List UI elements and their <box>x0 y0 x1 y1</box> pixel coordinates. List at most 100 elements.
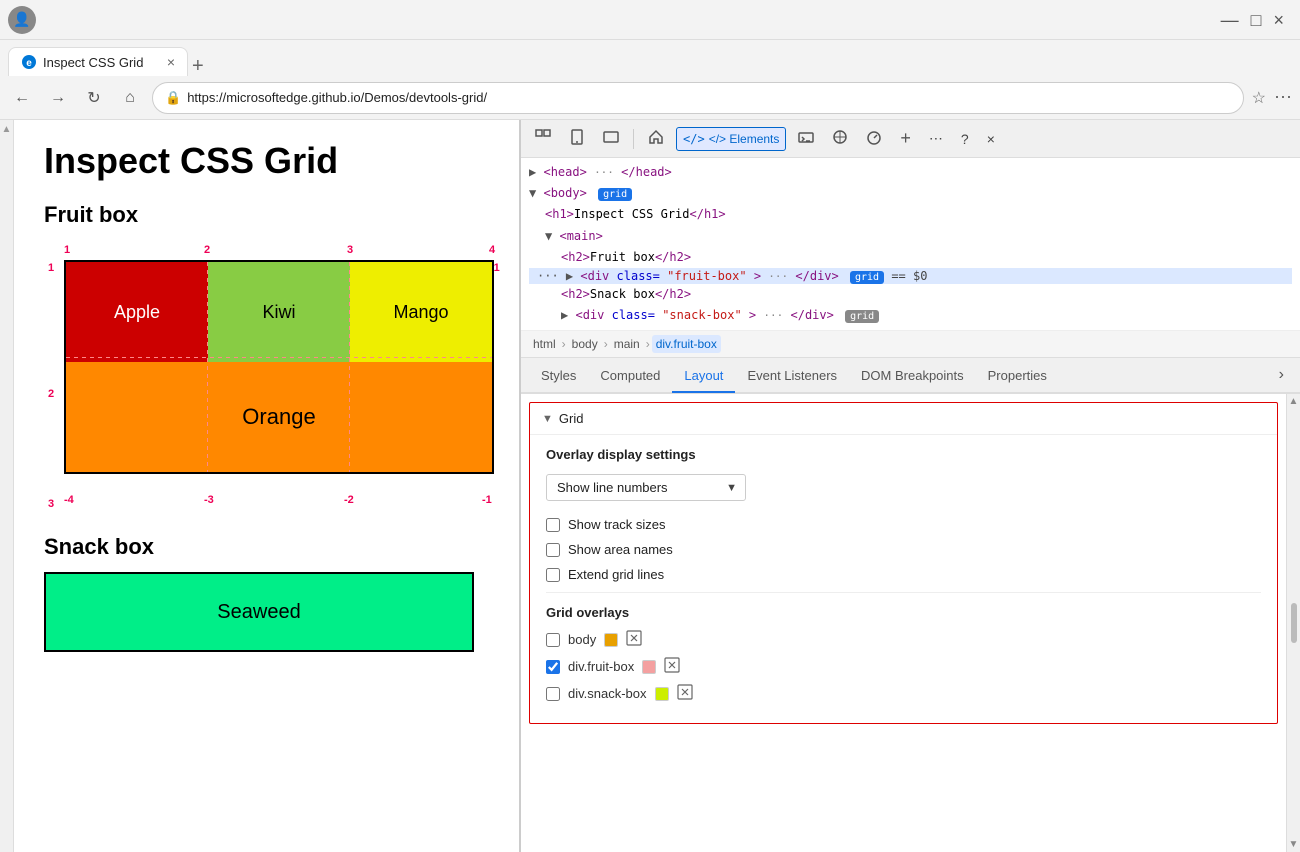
grid-section: ▼ Grid Overlay display settings Show lin… <box>529 402 1278 724</box>
overlay-fruit-color[interactable] <box>642 660 656 674</box>
svg-text:e: e <box>26 58 32 69</box>
overlay-body-checkbox[interactable] <box>546 633 560 647</box>
dom-tree: ▶ <head> ··· </head> ▼ <body> grid <h1>I… <box>521 158 1300 331</box>
address-right: ☆ ⋯ <box>1252 87 1292 108</box>
extend-grid-lines-checkbox[interactable] <box>546 568 560 582</box>
new-tab-button[interactable]: + <box>192 56 204 76</box>
layout-panel: ▼ Grid Overlay display settings Show lin… <box>521 394 1286 852</box>
tab-bar: e Inspect CSS Grid × + <box>0 40 1300 76</box>
overlay-body-color[interactable] <box>604 633 618 647</box>
fruit-grid-badge[interactable]: grid <box>850 271 884 284</box>
show-area-names-checkbox[interactable] <box>546 543 560 557</box>
maximize-button[interactable]: □ <box>1251 11 1262 29</box>
back-button[interactable]: ← <box>8 84 36 112</box>
device-emulation-icon[interactable] <box>563 125 591 152</box>
fruit-grid: Apple Kiwi Mango Orange <box>66 262 492 472</box>
tab-title: Inspect CSS Grid <box>43 55 161 70</box>
browser-tab[interactable]: e Inspect CSS Grid × <box>8 47 188 76</box>
scroll-up-devtools[interactable]: ▲ <box>1289 396 1299 407</box>
dropdown-value: Show line numbers <box>547 475 718 500</box>
seaweed-cell: Seaweed <box>44 572 474 652</box>
page-inner: Inspect CSS Grid Fruit box 1 2 3 4 -1 1 … <box>14 120 519 672</box>
tab-styles[interactable]: Styles <box>529 360 588 393</box>
row-num-2: 2 <box>48 388 54 400</box>
overlay-fruit-checkbox[interactable] <box>546 660 560 674</box>
elements-label: </> Elements <box>709 132 780 146</box>
col-num-1: 1 <box>64 244 70 256</box>
tab-favicon: e <box>21 54 37 70</box>
home-button[interactable]: ⌂ <box>116 84 144 112</box>
col-num-4: 4 <box>489 244 495 256</box>
overlay-snack-checkbox[interactable] <box>546 687 560 701</box>
title-bar-left: 👤 <box>8 6 36 34</box>
breadcrumb-html[interactable]: html <box>529 335 560 353</box>
body-grid-badge[interactable]: grid <box>598 188 632 201</box>
favorites-icon[interactable]: ☆ <box>1252 88 1266 108</box>
page-heading: Inspect CSS Grid <box>44 140 489 182</box>
col-num-neg1-bottom: -1 <box>482 494 492 506</box>
network-icon[interactable] <box>826 125 854 152</box>
breadcrumb-main[interactable]: main <box>610 335 644 353</box>
overlay-fruit-target-icon[interactable] <box>664 657 680 676</box>
screen-cast-icon[interactable] <box>597 125 625 152</box>
window-controls: — □ × <box>1221 11 1284 29</box>
tab-event-listeners[interactable]: Event Listeners <box>735 360 849 393</box>
extend-grid-lines-label: Extend grid lines <box>568 567 664 582</box>
minimize-button[interactable]: — <box>1221 11 1239 29</box>
show-track-sizes-row[interactable]: Show track sizes <box>546 517 1261 532</box>
refresh-button[interactable]: ↻ <box>80 84 108 112</box>
scroll-down-devtools[interactable]: ▼ <box>1289 839 1299 850</box>
row-num-3: 3 <box>48 498 54 510</box>
overlay-snack-target-icon[interactable] <box>677 684 693 703</box>
dom-main-line: ▼ <main> <box>545 226 1292 247</box>
col-num-neg3: -3 <box>204 494 214 506</box>
breadcrumb-body[interactable]: body <box>568 335 602 353</box>
fruit-grid-container: Apple Kiwi Mango Orange <box>64 260 494 474</box>
line-numbers-dropdown[interactable]: Show line numbers ▼ <box>546 474 746 501</box>
elements-panel-button[interactable]: </> </> Elements <box>676 127 786 151</box>
dom-head-line: ▶ <head> ··· </head> <box>529 162 1292 183</box>
tabs-more-button[interactable]: › <box>1271 358 1292 392</box>
overlay-body-item: body <box>546 630 1261 649</box>
scroll-up-icon[interactable]: ▲ <box>2 124 12 135</box>
elements-icon: </> <box>683 132 705 146</box>
close-button[interactable]: × <box>1273 11 1284 29</box>
profile-avatar[interactable]: 👤 <box>8 6 36 34</box>
overlay-body-target-icon[interactable] <box>626 630 642 649</box>
snack-section: Snack box Seaweed <box>44 534 489 652</box>
tab-layout[interactable]: Layout <box>672 360 735 393</box>
tab-computed[interactable]: Computed <box>588 360 672 393</box>
scrollbar-thumb[interactable] <box>1291 603 1297 643</box>
performance-icon[interactable] <box>860 125 888 152</box>
tab-properties[interactable]: Properties <box>976 360 1059 393</box>
devtools-scrollbar: ▲ ▼ <box>1286 394 1300 852</box>
overlay-fruit-item: div.fruit-box <box>546 657 1261 676</box>
url-bar[interactable]: 🔒 https://microsoftedge.github.io/Demos/… <box>152 82 1244 114</box>
extensions-button[interactable]: ⋯ <box>1274 87 1292 108</box>
breadcrumb-fruit-box[interactable]: div.fruit-box <box>652 335 721 353</box>
show-area-names-row[interactable]: Show area names <box>546 542 1261 557</box>
more-tools-button[interactable]: ⋯ <box>923 126 949 151</box>
help-button[interactable]: ? <box>955 127 975 151</box>
grid-section-header[interactable]: ▼ Grid <box>530 403 1277 435</box>
grid-section-arrow: ▼ <box>542 413 553 425</box>
overlay-snack-color[interactable] <box>655 687 669 701</box>
snack-grid-badge[interactable]: grid <box>845 310 879 323</box>
forward-button[interactable]: → <box>44 84 72 112</box>
dom-snack-line[interactable]: ▶ <div class= "snack-box" > ··· </div> g… <box>561 305 1292 326</box>
devtools-tabs: Styles Computed Layout Event Listeners D… <box>521 358 1300 394</box>
fruit-section-title: Fruit box <box>44 202 489 228</box>
tab-close-button[interactable]: × <box>167 54 175 70</box>
dom-body-line: ▼ <body> grid <box>529 183 1292 204</box>
show-track-sizes-checkbox[interactable] <box>546 518 560 532</box>
dom-fruit-selected[interactable]: ··· ▶ <div class= "fruit-box" > ··· </di… <box>529 268 1292 284</box>
extend-grid-lines-row[interactable]: Extend grid lines <box>546 567 1261 582</box>
home-devtools-icon[interactable] <box>642 125 670 152</box>
dropdown-arrow-icon: ▼ <box>718 477 745 499</box>
tab-dom-breakpoints[interactable]: DOM Breakpoints <box>849 360 976 393</box>
inspect-icon[interactable] <box>529 125 557 152</box>
close-devtools-button[interactable]: × <box>981 127 1001 151</box>
lock-icon: 🔒 <box>165 90 181 106</box>
add-panel-button[interactable]: + <box>894 124 917 153</box>
console-panel-button[interactable] <box>792 125 820 152</box>
